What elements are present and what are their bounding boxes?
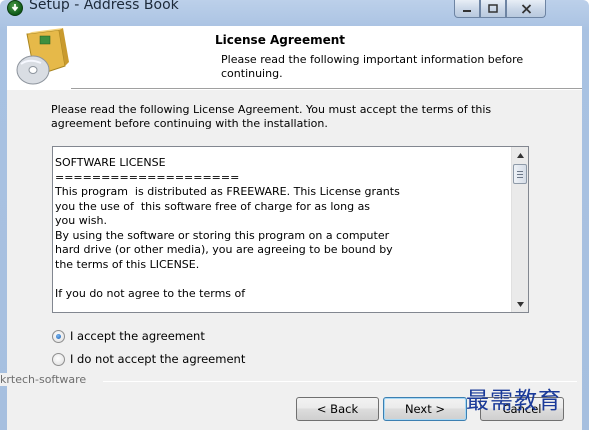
scroll-up-button[interactable] [512, 147, 528, 163]
accept-radio[interactable] [52, 329, 65, 343]
header-subtitle: Please read the following important info… [221, 53, 524, 80]
setup-icon [7, 0, 23, 16]
decline-label: I do not accept the agreement [70, 352, 246, 366]
setup-window: Setup - Address Book License Agreement P… [0, 0, 589, 430]
license-line: SOFTWARE LICENSE [55, 156, 166, 169]
maximize-icon [488, 4, 498, 13]
scroll-up-icon [516, 152, 524, 158]
back-button[interactable]: < Back [296, 397, 379, 421]
minimize-button[interactable] [454, 0, 480, 18]
decline-radio[interactable] [52, 352, 65, 366]
license-line: If you do not agree to the terms of [55, 286, 246, 300]
minimize-icon [463, 9, 471, 12]
license-scrollbar[interactable] [511, 147, 528, 312]
license-line: the terms of this LICENSE. [55, 257, 200, 271]
next-button[interactable]: Next > [383, 397, 467, 421]
close-button[interactable] [506, 0, 546, 18]
license-textbox[interactable]: SOFTWARE LICENSE ==================== This… [52, 146, 529, 313]
decline-option[interactable]: I do not accept the agreement [52, 352, 245, 366]
wizard-body: Please read the following License Agreem… [0, 90, 582, 430]
license-text: SOFTWARE LICENSE ==================== This… [55, 156, 495, 311]
license-line: hard drive (or other media), you are agr… [55, 243, 393, 256]
scroll-thumb[interactable] [513, 164, 527, 184]
brand-label: krtech-software [0, 373, 91, 386]
license-line: you the use of this software free of cha… [55, 199, 371, 213]
license-line: ==================== [55, 170, 240, 184]
scroll-down-button[interactable] [512, 296, 528, 312]
maximize-button[interactable] [480, 0, 506, 18]
disc-box-icon [7, 26, 71, 89]
close-icon [521, 3, 531, 14]
accept-label: I accept the agreement [70, 329, 205, 343]
scroll-down-icon [516, 301, 524, 307]
title-bar[interactable]: Setup - Address Book [0, 0, 589, 18]
intro-text: Please read the following License Agreem… [51, 103, 492, 130]
license-line: you wish. [55, 214, 107, 227]
license-line [55, 272, 495, 287]
watermark-text: 最需教育 [466, 388, 562, 414]
license-line: This program is distributed as FREEWARE.… [55, 185, 400, 198]
wizard-client: License Agreement Please read the follow… [0, 26, 582, 430]
header-title: License Agreement [215, 33, 346, 47]
license-line: By using the software or storing this pr… [55, 228, 390, 242]
accept-option[interactable]: I accept the agreement [52, 329, 205, 343]
wizard-header: License Agreement Please read the follow… [7, 26, 582, 89]
window-title: Setup - Address Book [29, 0, 179, 13]
